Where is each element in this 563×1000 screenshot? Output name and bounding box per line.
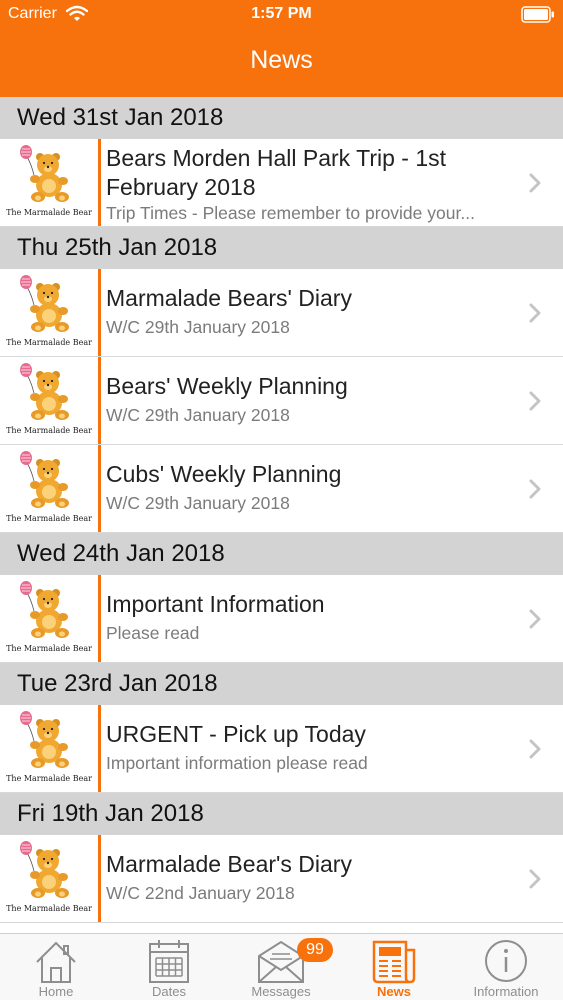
tab-information[interactable]: Information (450, 934, 562, 1000)
bear-logo-image (20, 275, 69, 332)
section-header-date: Tue 23rd Jan 2018 (0, 663, 563, 705)
marmalade-bear-logo: The Marmalade Bear (6, 709, 92, 789)
news-item-subtitle: Please read (106, 623, 200, 643)
marmalade-bear-logo: The Marmalade Bear (6, 273, 92, 353)
chevron-right-icon (529, 739, 541, 759)
tab-home-label: Home (38, 984, 74, 999)
news-item-row[interactable]: The Marmalade Bear Important Information P… (0, 575, 563, 663)
news-item-title: Important Information (106, 591, 325, 617)
accent-divider (98, 139, 101, 226)
section-header-date: Wed 24th Jan 2018 (0, 533, 563, 575)
tab-news[interactable]: News (338, 934, 450, 1000)
section-header-date: Fri 19th Jan 2018 (0, 793, 563, 835)
chevron-right-icon (529, 173, 541, 193)
marmalade-bear-logo: The Marmalade Bear (6, 143, 92, 223)
tab-messages-label: Messages (251, 984, 311, 999)
chevron-right-icon (529, 391, 541, 411)
news-item-title: URGENT - Pick up Today (106, 721, 366, 747)
status-bar: Carrier 1:57 PM (0, 0, 563, 30)
tab-dates[interactable]: Dates (113, 934, 225, 1000)
accent-divider (98, 705, 101, 792)
messages-badge: 99 (297, 938, 333, 962)
status-time: 1:57 PM (251, 5, 312, 22)
accent-divider (98, 445, 101, 532)
calendar-icon (149, 940, 189, 983)
bear-logo-image (20, 711, 69, 768)
news-item-row[interactable]: The Marmalade Bear Marmalade Bears' Diary… (0, 269, 563, 357)
news-item-title: Marmalade Bears' Diary (106, 285, 352, 311)
logo-text: The Marmalade Bear (6, 644, 92, 653)
marmalade-bear-logo: The Marmalade Bear (6, 839, 92, 919)
newspaper-icon (372, 940, 416, 984)
tab-home[interactable]: Home (0, 934, 112, 1000)
news-item-title: Bears Morden Hall Park Trip - 1st Februa… (106, 145, 447, 200)
news-item-row[interactable]: The Marmalade Bear Bears' Weekly Planning… (0, 357, 563, 445)
chevron-right-icon (529, 303, 541, 323)
news-item-row[interactable]: The Marmalade Bear Bears Morden Hall Park… (0, 139, 563, 227)
bear-logo-image (20, 145, 69, 202)
logo-text: The Marmalade Bear (6, 208, 92, 217)
tab-dates-label: Dates (152, 984, 186, 999)
chevron-right-icon (529, 479, 541, 499)
accent-divider (98, 835, 101, 922)
logo-text: The Marmalade Bear (6, 426, 92, 435)
news-item-title: Marmalade Bear's Diary (106, 851, 352, 877)
news-feed[interactable]: Wed 31st Jan 2018 The Marmalade Bear Bear… (0, 97, 563, 933)
bear-logo-image (20, 451, 69, 508)
news-item-row[interactable]: The Marmalade Bear Marmalade Bear's Diary… (0, 835, 563, 923)
news-item-row[interactable]: The Marmalade Bear Cubs' Weekly Planning W… (0, 445, 563, 533)
news-item-subtitle: W/C 29th January 2018 (106, 405, 290, 425)
chevron-right-icon (529, 609, 541, 629)
page-title: News (250, 46, 313, 74)
tab-information-label: Information (473, 984, 539, 999)
home-icon (36, 941, 76, 983)
news-item-subtitle: W/C 29th January 2018 (106, 493, 290, 513)
news-item-subtitle: Trip Times - Please remember to provide … (106, 203, 475, 223)
news-item-title: Bears' Weekly Planning (106, 373, 348, 399)
news-item-row[interactable]: The Marmalade Bear URGENT - Pick up Today… (0, 705, 563, 793)
bear-logo-image (20, 841, 69, 898)
accent-divider (98, 357, 101, 444)
accent-divider (98, 269, 101, 356)
news-item-title: Cubs' Weekly Planning (106, 461, 342, 487)
marmalade-bear-logo: The Marmalade Bear (6, 449, 92, 529)
news-item-subtitle: Important information please read (106, 753, 368, 773)
accent-divider (98, 575, 101, 662)
tab-news-label: News (377, 984, 411, 999)
bear-logo-image (20, 581, 69, 638)
section-header-date: Thu 25th Jan 2018 (0, 227, 563, 269)
news-item-subtitle: W/C 29th January 2018 (106, 317, 290, 337)
info-icon (485, 940, 527, 982)
logo-text: The Marmalade Bear (6, 904, 92, 913)
news-item-subtitle: W/C 22nd January 2018 (106, 883, 295, 903)
marmalade-bear-logo: The Marmalade Bear (6, 361, 92, 441)
marmalade-bear-logo: The Marmalade Bear (6, 579, 92, 659)
logo-text: The Marmalade Bear (6, 338, 92, 347)
logo-text: The Marmalade Bear (6, 514, 92, 523)
nav-header: Carrier 1:57 PM News (0, 0, 563, 97)
bear-logo-image (20, 363, 69, 420)
section-header-date: Wed 31st Jan 2018 (0, 97, 563, 139)
tab-bar: Home Dates Messages 99 News Information (0, 933, 563, 1000)
battery-icon (521, 6, 554, 23)
logo-text: The Marmalade Bear (6, 774, 92, 783)
chevron-right-icon (529, 869, 541, 889)
